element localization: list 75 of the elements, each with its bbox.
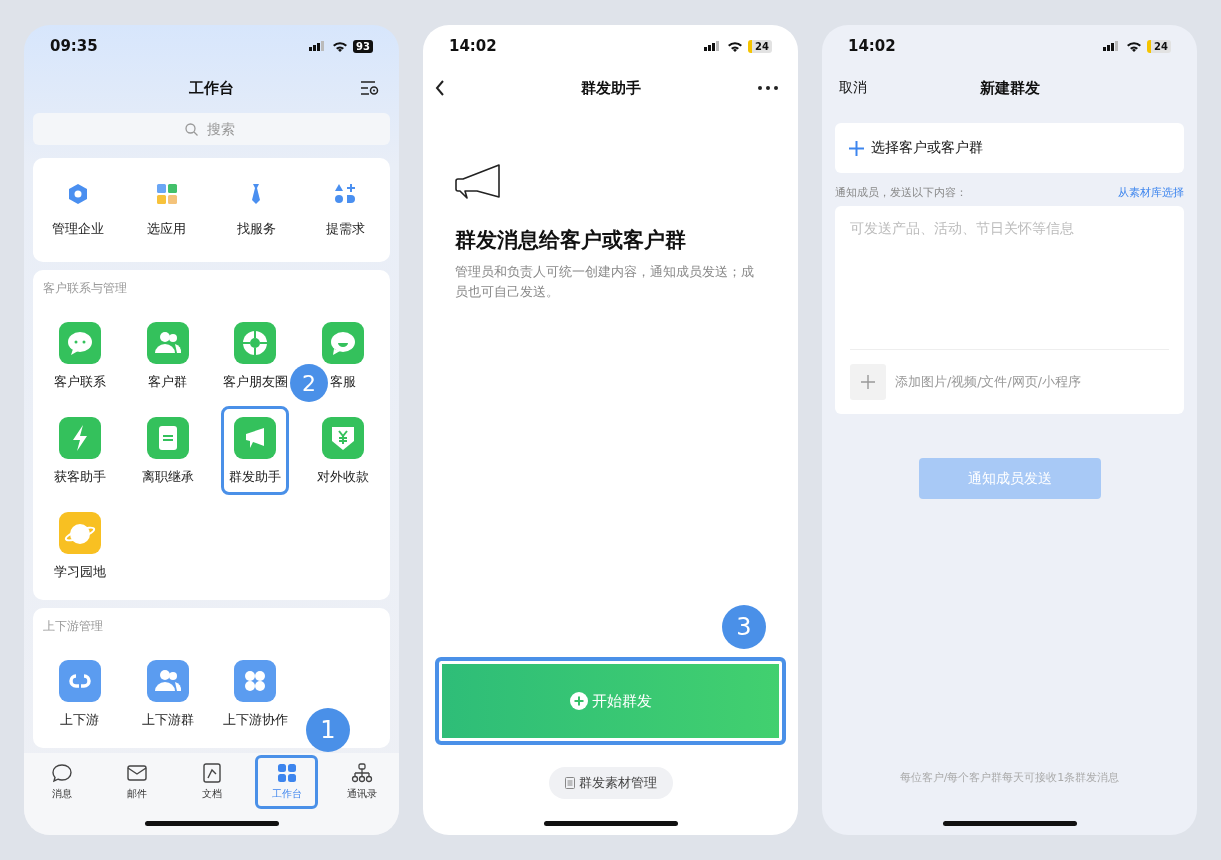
- settings-icon[interactable]: [361, 81, 379, 95]
- document-icon: [564, 777, 575, 789]
- select-recipients-button[interactable]: 选择客户或客户群: [835, 123, 1184, 173]
- plus-circle-icon: [569, 692, 588, 710]
- app-icon[interactable]: [234, 660, 277, 702]
- org-chart-icon: [350, 763, 373, 783]
- app-label[interactable]: 上下游群: [141, 712, 194, 729]
- section-title: 上下游管理: [43, 618, 104, 635]
- screen-title: 新建群发: [979, 78, 1040, 98]
- app-label[interactable]: 对外收款: [317, 469, 370, 486]
- app-icon[interactable]: [146, 417, 189, 459]
- grid-icon: [275, 763, 298, 783]
- wifi-icon: [727, 40, 744, 52]
- quick-action-label[interactable]: 选应用: [147, 220, 187, 238]
- tab[interactable]: 工作台: [255, 755, 318, 809]
- search-icon: [185, 123, 198, 136]
- tab[interactable]: 文档: [180, 755, 243, 809]
- plus-icon: [849, 140, 864, 156]
- grid-icon[interactable]: [154, 182, 179, 206]
- app-label[interactable]: 客户朋友圈: [222, 374, 288, 391]
- tab[interactable]: 消息: [30, 755, 93, 809]
- app-label[interactable]: 离职继承: [141, 469, 194, 486]
- cancel-button[interactable]: 取消: [839, 79, 867, 97]
- quick-action-label[interactable]: 提需求: [325, 220, 365, 238]
- wifi-icon: [332, 40, 349, 52]
- app-icon[interactable]: [146, 660, 189, 702]
- wifi-icon: [1126, 40, 1143, 52]
- app-icon[interactable]: [322, 417, 365, 459]
- status-time: 14:02: [848, 37, 896, 55]
- app-label[interactable]: 客户群: [148, 374, 188, 391]
- content-label: 通知成员，发送以下内容：: [835, 185, 967, 200]
- screen-title: 群发助手: [580, 78, 641, 98]
- screen-title: 工作台: [189, 78, 234, 98]
- materials-button[interactable]: 群发素材管理: [548, 767, 673, 799]
- add-attachment-button[interactable]: [850, 364, 886, 400]
- document-icon: [200, 763, 223, 783]
- status-time: 09:35: [50, 37, 98, 55]
- headline: 群发消息给客户或客户群: [455, 227, 686, 254]
- back-icon[interactable]: [435, 80, 445, 96]
- app-icon[interactable]: [58, 660, 101, 702]
- envelope-icon: [125, 763, 148, 783]
- battery-level: 24: [1147, 39, 1171, 53]
- description: 管理员和负责人可统一创建内容，通知成员发送；成员也可自己发送。: [455, 263, 755, 301]
- step-badge: 2: [290, 364, 328, 402]
- shapes-icon[interactable]: [333, 182, 358, 206]
- plus-icon: [861, 375, 875, 389]
- megaphone-icon: [455, 164, 501, 200]
- chat-bubble-icon: [50, 763, 73, 783]
- battery-level: 24: [748, 39, 772, 53]
- battery-level: 93: [353, 39, 373, 53]
- quick-action-label[interactable]: 找服务: [236, 220, 276, 238]
- app-label[interactable]: 客户联系: [53, 374, 106, 391]
- more-icon[interactable]: [758, 86, 778, 90]
- step-badge: 3: [722, 605, 766, 649]
- app-label[interactable]: 客服: [330, 374, 357, 391]
- app-label[interactable]: 获客助手: [53, 469, 106, 486]
- app-label[interactable]: 上下游协作: [222, 712, 288, 729]
- attachment-hint: 添加图片/视频/文件/网页/小程序: [895, 373, 1081, 391]
- app-icon[interactable]: [58, 322, 101, 364]
- app-icon[interactable]: [58, 417, 101, 459]
- tab[interactable]: 邮件: [105, 755, 168, 809]
- app-icon[interactable]: [58, 512, 101, 554]
- tab[interactable]: 通讯录: [330, 755, 393, 809]
- status-time: 14:02: [449, 37, 497, 55]
- footer-note: 每位客户/每个客户群每天可接收1条群发消息: [899, 770, 1120, 785]
- section-title: 客户联系与管理: [43, 280, 128, 297]
- search-field[interactable]: 搜索: [33, 113, 390, 145]
- app-label[interactable]: 群发助手: [229, 469, 282, 486]
- app-icon[interactable]: [234, 322, 277, 364]
- app-icon[interactable]: [146, 322, 189, 364]
- app-icon[interactable]: [234, 417, 277, 459]
- app-label[interactable]: 上下游: [60, 712, 100, 729]
- quick-action-label[interactable]: 管理企业: [51, 220, 104, 238]
- app-label[interactable]: 学习园地: [53, 564, 106, 581]
- app-icon[interactable]: [322, 322, 365, 364]
